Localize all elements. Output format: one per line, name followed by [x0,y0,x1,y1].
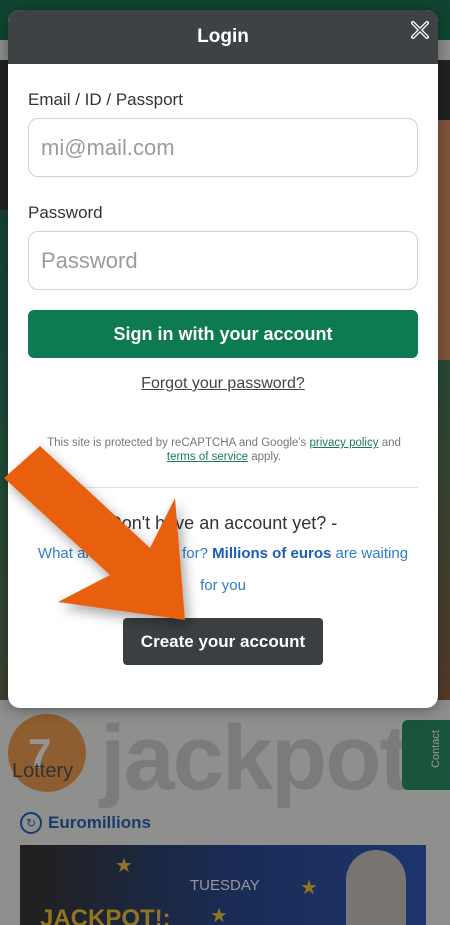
recaptcha-apply: apply. [251,451,282,463]
close-icon [411,21,429,39]
password-label: Password [28,203,103,222]
no-account-text: Don't have an account yet? - [108,513,338,533]
privacy-policy-link[interactable]: privacy policy [309,437,378,449]
close-button[interactable] [400,10,440,50]
recaptcha-text: This site is protected by reCAPTCHA and … [47,437,307,449]
modal-title: Login [197,26,249,47]
email-label: Email / ID / Passport [28,90,183,109]
recaptcha-and: and [381,437,401,449]
recaptcha-notice: This site is protected by reCAPTCHA and … [38,436,410,464]
promo-question: What are you waiting for? [37,545,208,562]
login-modal: Login Email / ID / Passport Password Sig… [8,10,438,708]
password-field[interactable] [28,231,418,290]
create-account-button[interactable]: Create your account [123,618,323,665]
promo-highlight: Millions of euros [212,545,332,562]
terms-of-service-link[interactable]: terms of service [167,451,248,463]
forgot-password-link[interactable]: Forgot your password? [8,375,438,393]
modal-header: Login [8,10,438,64]
sign-in-button[interactable]: Sign in with your account [28,310,418,358]
section-divider [28,487,418,488]
email-field[interactable] [28,118,418,177]
promo-text: What are you waiting for? Millions of eu… [28,538,418,602]
